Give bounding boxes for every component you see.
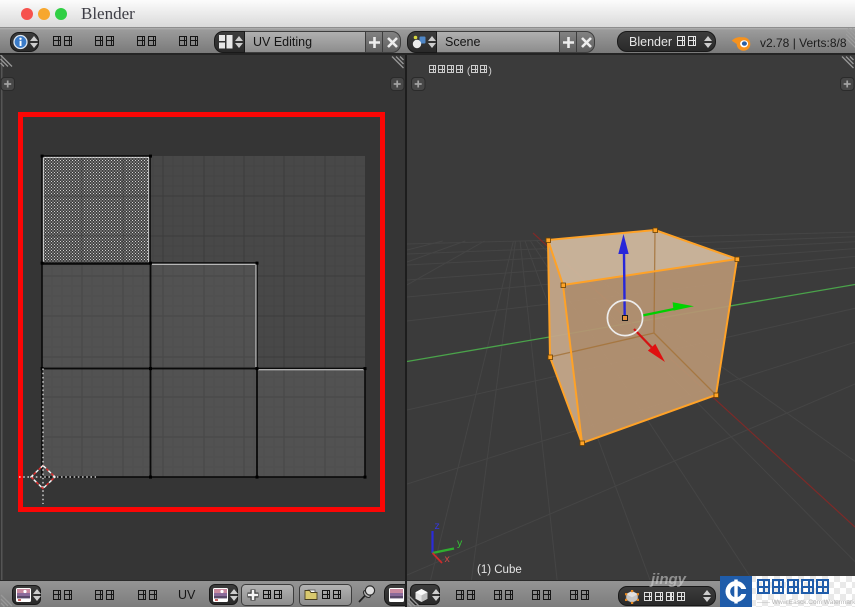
svg-text:y: y	[457, 537, 463, 549]
svg-text:(1) Cube: (1) Cube	[477, 564, 522, 576]
svg-text:z: z	[435, 520, 440, 532]
svg-text:x: x	[445, 553, 451, 565]
